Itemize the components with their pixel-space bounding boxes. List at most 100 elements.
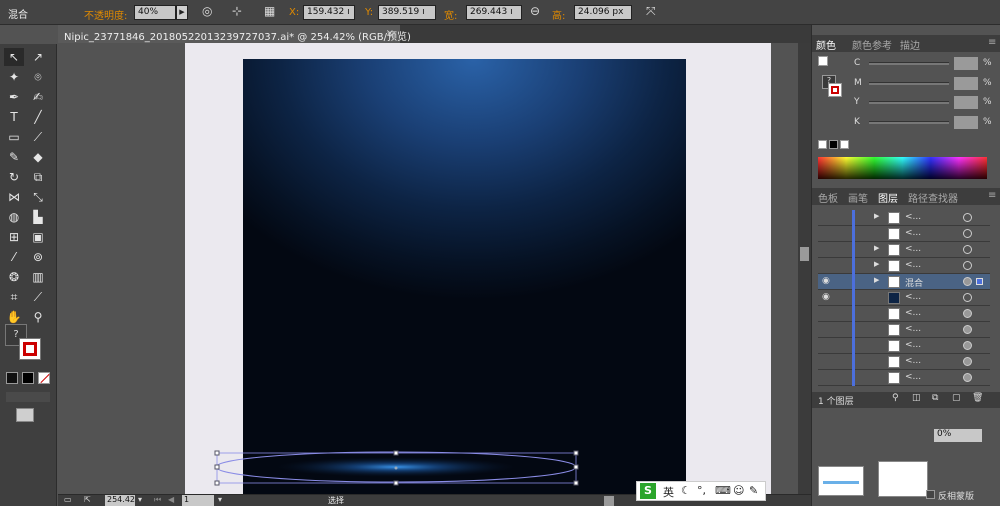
channel-c-slider[interactable] — [869, 62, 949, 65]
opacity-dropdown[interactable]: ▶ — [176, 5, 188, 20]
tab-color[interactable]: 颜色 — [816, 37, 836, 52]
layer-row[interactable]: ◉ <... — [818, 290, 990, 306]
layer-row[interactable]: <... — [818, 306, 990, 322]
channel-k[interactable]: K % — [854, 116, 994, 130]
new-layer-icon[interactable]: ▢ — [952, 393, 961, 403]
rectangle-tool-icon[interactable]: ▭ — [4, 128, 24, 146]
none-mode-swatch[interactable] — [38, 372, 50, 384]
canvas[interactable] — [58, 43, 798, 494]
slice-tool-icon[interactable]: ⟋ — [28, 288, 48, 306]
channel-k-field[interactable] — [954, 116, 978, 129]
blend-tool-icon[interactable]: ⊚ — [28, 248, 48, 266]
target-icon[interactable] — [963, 373, 972, 382]
perspective-grid-icon[interactable]: ▙ — [28, 208, 48, 226]
keyboard-icon[interactable]: ⌨ — [715, 484, 731, 497]
layers-menu-icon[interactable]: ≡ — [988, 190, 996, 201]
stroke-swatch[interactable] — [19, 338, 41, 360]
eye-icon[interactable]: ◉ — [822, 292, 830, 302]
layer-row[interactable]: ▶ <... — [818, 242, 990, 258]
target-icon[interactable] — [963, 245, 972, 254]
gradient-mode-swatch[interactable] — [22, 372, 34, 384]
lasso-icon[interactable]: ⌾ — [28, 68, 48, 86]
eyedropper-icon[interactable]: ⁄ — [4, 248, 24, 266]
close-icon[interactable]: × — [386, 28, 394, 39]
transparency-opacity-field[interactable]: 0% — [934, 429, 982, 442]
scale-tool-icon[interactable]: ⧉ — [28, 168, 48, 186]
vertical-scroll-thumb[interactable] — [800, 247, 809, 261]
eraser-icon[interactable]: ◆ — [28, 148, 48, 166]
layer-row[interactable]: <... — [818, 354, 990, 370]
layer-row[interactable]: <... — [818, 370, 990, 386]
tab-color-guide[interactable]: 颜色参考 — [852, 37, 892, 52]
target-icon[interactable] — [963, 229, 972, 238]
line-tool-icon[interactable]: ╱ — [28, 108, 48, 126]
channel-m-slider[interactable] — [869, 82, 949, 85]
channel-y-slider[interactable] — [869, 101, 949, 104]
target-icon[interactable] — [963, 277, 972, 286]
punctuation-icon[interactable]: °, — [697, 484, 706, 497]
mask-thumbnail[interactable] — [878, 461, 928, 497]
channel-k-slider[interactable] — [869, 121, 949, 124]
x-field[interactable]: 159.432 ı — [303, 5, 355, 20]
expand-arrow-icon[interactable]: ▶ — [874, 276, 879, 284]
target-icon[interactable] — [963, 341, 972, 350]
ime-lang[interactable]: 英 — [663, 484, 674, 500]
target-icon[interactable] — [963, 213, 972, 222]
target-icon[interactable] — [963, 293, 972, 302]
color-mode-swatch[interactable] — [6, 372, 18, 384]
recolor-icon[interactable]: ◎ — [202, 4, 212, 18]
layer-row[interactable]: <... — [818, 322, 990, 338]
delete-layer-icon[interactable]: 🗑 — [972, 393, 983, 403]
screen-mode-icon[interactable] — [16, 408, 34, 422]
tab-stroke[interactable]: 描边 — [900, 37, 920, 52]
expand-arrow-icon[interactable]: ▶ — [874, 244, 879, 252]
direct-selection-tool-icon[interactable]: ↗ — [28, 48, 48, 66]
locate-icon[interactable]: ⚲ — [892, 393, 899, 403]
magic-wand-icon[interactable]: ✦ — [4, 68, 24, 86]
none-swatch[interactable] — [818, 140, 827, 149]
expand-arrow-icon[interactable]: ▶ — [874, 212, 879, 220]
vertical-scrollbar[interactable] — [798, 43, 811, 494]
artboard-tool-icon[interactable]: ⌗ — [4, 288, 24, 306]
draw-mode-icons[interactable] — [6, 392, 50, 402]
symbol-sprayer-icon[interactable]: ❂ — [4, 268, 24, 286]
y-field[interactable]: 389.519 ı — [378, 5, 436, 20]
eye-icon[interactable]: ◉ — [822, 276, 830, 286]
transform-icon[interactable]: ⤧ — [646, 4, 656, 19]
ime-toolbar[interactable]: S 英 ☾ °, ⌨ ☺ ✎ — [636, 481, 766, 501]
layer-row[interactable]: ▶ <... — [818, 258, 990, 274]
channel-m-field[interactable] — [954, 77, 978, 90]
curvature-tool-icon[interactable]: ✍ — [28, 88, 48, 106]
tab-layers[interactable]: 图层 — [878, 190, 898, 205]
layer-row-selected[interactable]: ◉ ▶ 混合 — [818, 274, 990, 290]
reference-point-icon[interactable]: ▦ — [264, 4, 275, 18]
pen-tool-icon[interactable]: ✒ — [4, 88, 24, 106]
white-swatch[interactable] — [840, 140, 849, 149]
expand-arrow-icon[interactable]: ▶ — [874, 260, 879, 268]
width-tool-icon[interactable]: ⋈ — [4, 188, 24, 206]
selection-overlay[interactable] — [58, 43, 798, 494]
new-sublayer-icon[interactable]: ⧉ — [932, 393, 938, 403]
zoom-tool-icon[interactable]: ⚲ — [28, 308, 48, 326]
w-field[interactable]: 269.443 ı — [466, 5, 522, 20]
layer-row[interactable]: <... — [818, 338, 990, 354]
pencil-icon[interactable]: ✎ — [4, 148, 24, 166]
layer-row[interactable]: <... — [818, 226, 990, 242]
target-icon[interactable] — [963, 357, 972, 366]
zoom-dropdown-icon[interactable]: ▾ — [138, 495, 142, 504]
tab-brushes[interactable]: 画笔 — [848, 190, 868, 205]
selection-tool-icon[interactable]: ↖ — [4, 48, 24, 66]
target-icon[interactable] — [963, 325, 972, 334]
export-icon[interactable]: ⇱ — [84, 495, 91, 504]
channel-y[interactable]: Y % — [854, 96, 994, 110]
horizontal-scroll-thumb[interactable] — [604, 496, 614, 506]
prev-page-icon[interactable]: ◀ — [168, 495, 174, 504]
page-field[interactable]: 1 — [182, 495, 214, 506]
opacity-field[interactable]: 40% — [134, 5, 176, 20]
panel-menu-icon[interactable]: ≡ — [988, 37, 996, 48]
gradient-tool-icon[interactable]: ▣ — [28, 228, 48, 246]
channel-m[interactable]: M % — [854, 77, 994, 91]
channel-y-field[interactable] — [954, 96, 978, 109]
default-colors-icon[interactable] — [818, 56, 828, 66]
selection-indicator[interactable] — [976, 278, 983, 285]
